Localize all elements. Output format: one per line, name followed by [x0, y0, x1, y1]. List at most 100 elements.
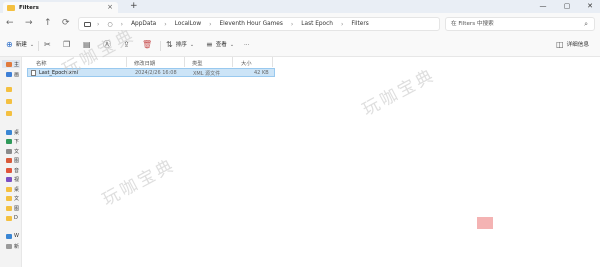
drive-icon: [6, 243, 12, 249]
crumb-separator: ›: [164, 20, 167, 28]
folder-icon: [6, 86, 12, 92]
toolbar-divider: [38, 41, 39, 51]
sidebar-item-folder[interactable]: 图: [6, 204, 20, 212]
table-row[interactable]: Last_Epoch.xml 2024/2/26 16:08 XML 源文件 4…: [27, 68, 275, 77]
details-label: 详细信息: [566, 42, 589, 48]
title-bar: Filters × + — ▢ ✕: [0, 0, 600, 13]
sidebar-item-desktop[interactable]: 桌: [6, 128, 20, 136]
refresh-button[interactable]: ⟳: [62, 18, 70, 28]
drive-icon: [6, 233, 12, 239]
sidebar-item-gallery[interactable]: 画: [6, 70, 20, 78]
breadcrumb-eleventh-hour-games[interactable]: Eleventh Hour Games: [220, 21, 283, 27]
sidebar-item-folder[interactable]: [6, 109, 20, 117]
desktop-icon: [6, 129, 12, 135]
column-header-name[interactable]: 名称: [36, 59, 47, 67]
breadcrumb-locallow[interactable]: LocalLow: [175, 21, 201, 27]
computer-icon: [84, 21, 91, 27]
chevron-down-icon: ⌄: [229, 42, 235, 48]
delete-button[interactable]: 🗑: [142, 40, 155, 50]
trash-icon: 🗑: [142, 40, 153, 49]
folder-icon: [6, 110, 12, 116]
crumb-separator: ›: [340, 20, 344, 28]
rename-icon: Ⓐ: [103, 40, 111, 49]
close-button[interactable]: ✕: [580, 0, 600, 12]
sidebar-item-folder[interactable]: 文: [6, 194, 20, 202]
sidebar-item-documents[interactable]: 文: [6, 147, 20, 155]
new-label: 新建: [15, 42, 27, 48]
tab-filters[interactable]: Filters ×: [3, 2, 118, 13]
paste-button[interactable]: ▤: [83, 40, 94, 50]
more-options-button[interactable]: ···: [244, 40, 249, 50]
sidebar-item-drive[interactable]: 新: [6, 242, 20, 250]
document-icon: [6, 148, 12, 154]
crumb-separator: ›: [209, 20, 212, 28]
ellipsis-icon[interactable]: ○: [107, 21, 112, 28]
search-icon[interactable]: ⌕: [584, 18, 588, 30]
column-divider[interactable]: [272, 57, 273, 67]
sidebar-item-home[interactable]: 主: [2, 60, 20, 68]
sidebar-item-videos[interactable]: 视: [6, 175, 20, 183]
file-size: 42 KB: [254, 70, 269, 76]
sort-icon: ⇅: [166, 40, 173, 49]
column-divider[interactable]: [184, 57, 185, 67]
copy-icon: ❐: [63, 40, 71, 49]
scissors-icon: ✂: [44, 40, 51, 49]
cut-button[interactable]: ✂: [44, 40, 54, 50]
view-label: 查看: [215, 42, 227, 48]
more-icon: ···: [244, 42, 250, 48]
pictures-icon: [6, 157, 12, 163]
sidebar-item-music[interactable]: 音: [6, 166, 20, 174]
breadcrumb-last-epoch[interactable]: Last Epoch: [301, 21, 333, 27]
copy-button[interactable]: ❐: [63, 40, 73, 50]
sort-label: 排序: [175, 42, 187, 48]
tab-close-icon[interactable]: ×: [107, 3, 113, 11]
tab-title: Filters: [19, 4, 39, 11]
sidebar-item-drive[interactable]: W: [6, 232, 20, 240]
maximize-button[interactable]: ▢: [557, 0, 577, 12]
column-header-type[interactable]: 类型: [192, 59, 203, 67]
folder-icon: [6, 205, 12, 211]
back-button[interactable]: ←: [6, 18, 14, 28]
folder-icon: [6, 186, 12, 192]
crumb-separator: ›: [290, 20, 294, 28]
forward-button[interactable]: →: [25, 18, 33, 28]
sidebar-item-folder[interactable]: D: [6, 214, 20, 222]
file-type: XML 源文件: [193, 71, 221, 77]
redaction-mark: [477, 217, 493, 229]
folder-icon: [6, 195, 12, 201]
new-tab-button[interactable]: +: [130, 1, 138, 11]
search-input[interactable]: 在 Filters 中搜索 ⌕: [445, 17, 595, 31]
view-button[interactable]: ≡ 查看 ⌄: [206, 40, 237, 50]
chevron-down-icon: ⌄: [189, 42, 195, 48]
sort-button[interactable]: ⇅ 排序 ⌄: [166, 40, 197, 50]
new-button[interactable]: ⊕ 新建 ⌄: [6, 40, 37, 50]
address-bar[interactable]: › ○ › AppData › LocalLow › Eleventh Hour…: [78, 17, 440, 31]
breadcrumb-filters[interactable]: Filters: [351, 21, 368, 27]
column-header-size[interactable]: 大小: [241, 59, 252, 67]
sidebar-item-folder[interactable]: [6, 97, 20, 105]
column-divider[interactable]: [232, 57, 233, 67]
column-header-modified[interactable]: 修改日期: [134, 59, 155, 67]
chevron-down-icon: ⌄: [29, 42, 35, 48]
download-icon: [6, 138, 12, 144]
file-list: 名称 修改日期 类型 大小 Last_Epoch.xml 2024/2/26 1…: [22, 57, 600, 267]
navigation-pane: 主 画 桌 下 文 图 音 视 桌 文 图 D W 新: [0, 57, 22, 267]
up-button[interactable]: ↑: [44, 18, 52, 28]
command-toolbar: ⊕ 新建 ⌄ ✂ ❐ ▤ Ⓐ ⇪ 🗑 ⇅ 排序 ⌄ ≡ 查看 ⌄ ··· ◫ 详…: [0, 35, 600, 57]
clipboard-icon: ▤: [83, 40, 91, 49]
folder-icon: [7, 4, 15, 11]
navigation-bar: ← → ↑ ⟳ › ○ › AppData › LocalLow › Eleve…: [0, 13, 600, 35]
minimize-button[interactable]: —: [533, 0, 553, 12]
sidebar-item-pictures[interactable]: 图: [6, 156, 20, 164]
share-button[interactable]: ⇪: [123, 40, 133, 50]
xml-file-icon: [31, 70, 36, 76]
details-button[interactable]: ◫ 详细信息: [556, 40, 589, 50]
gallery-icon: [6, 71, 12, 77]
column-divider[interactable]: [126, 57, 127, 67]
breadcrumb-appdata[interactable]: AppData: [131, 21, 156, 27]
sidebar-item-folder[interactable]: [6, 85, 20, 93]
details-pane-icon: ◫: [556, 40, 564, 49]
sidebar-item-downloads[interactable]: 下: [6, 137, 20, 145]
sidebar-item-folder[interactable]: 桌: [6, 185, 20, 193]
rename-button[interactable]: Ⓐ: [103, 40, 114, 50]
